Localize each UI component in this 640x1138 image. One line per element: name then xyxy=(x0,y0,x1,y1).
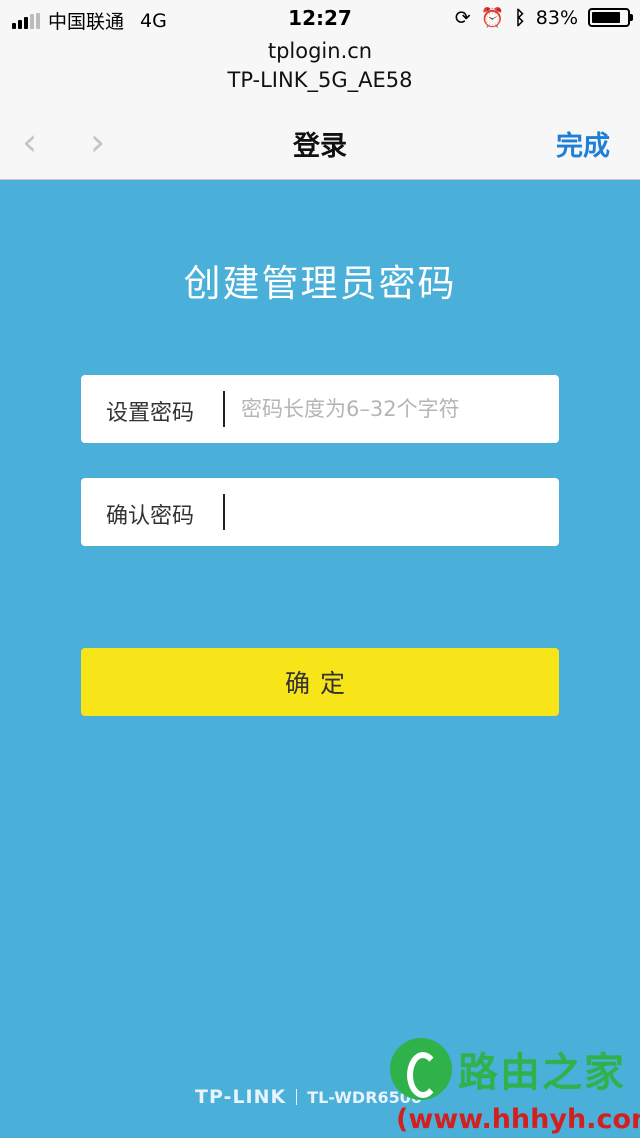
set-password-label: 设置密码 xyxy=(106,401,195,426)
nav-title: 登录 xyxy=(293,131,347,162)
footer-brand: TP-LINK TL-WDR6500 xyxy=(195,1086,422,1108)
page-heading: 创建管理员密码 xyxy=(183,262,457,305)
battery-percent: 83% xyxy=(535,6,578,29)
status-right: ⟳ ⏰ ᛒ 83% xyxy=(454,6,633,29)
set-password-input[interactable] xyxy=(241,385,546,433)
page-subtitle: TP-LINK_5G_AE58 xyxy=(227,68,413,92)
watermark: 路由之家 (www.hhhyh.com xyxy=(390,1038,640,1138)
text-cursor xyxy=(223,391,225,427)
alarm-icon: ⏰ xyxy=(480,7,505,29)
confirm-password-label: 确认密码 xyxy=(106,504,195,529)
confirm-password-field[interactable]: 确认密码 xyxy=(81,478,559,546)
done-button[interactable]: 完成 xyxy=(556,124,610,163)
watermark-name: 路由之家 xyxy=(458,1050,626,1096)
text-cursor xyxy=(223,494,225,530)
status-bar: 中国联通 4G 12:27 ⟳ ⏰ ᛒ 83% xyxy=(0,0,640,36)
set-password-field[interactable]: 设置密码 xyxy=(81,375,559,443)
divider xyxy=(296,1089,298,1105)
browser-header: 中国联通 4G 12:27 ⟳ ⏰ ᛒ 83% tplogin.cn TP-LI… xyxy=(0,0,640,180)
battery-icon xyxy=(588,8,633,27)
bluetooth-icon: ᛒ xyxy=(514,6,526,29)
address-bar[interactable]: tplogin.cn xyxy=(0,39,640,63)
confirm-password-input[interactable] xyxy=(241,488,546,536)
rotation-lock-icon: ⟳ xyxy=(454,6,471,29)
watermark-url: (www.hhhyh.com xyxy=(396,1104,640,1135)
confirm-button[interactable]: 确定 xyxy=(81,648,559,716)
tp-link-logo: TP-LINK xyxy=(195,1086,287,1108)
watermark-logo-icon xyxy=(390,1038,452,1100)
